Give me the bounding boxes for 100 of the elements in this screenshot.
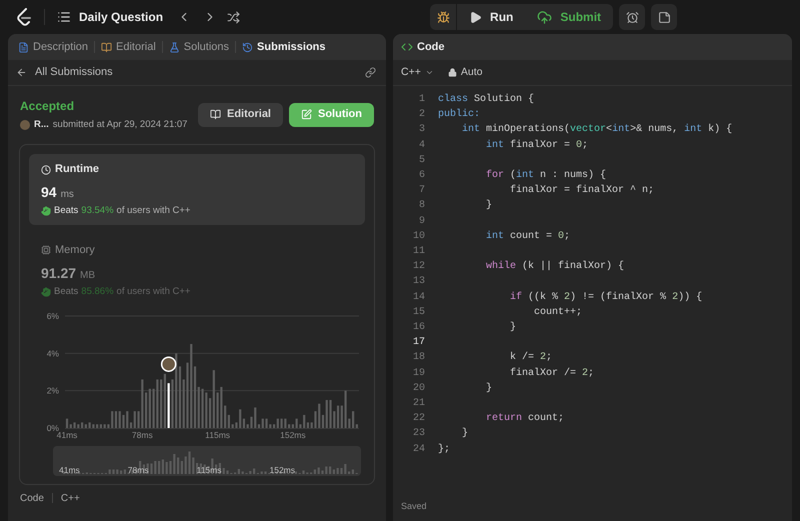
y-tick-label: 6% [46, 310, 59, 321]
code-line: int finalXor = 0; [485, 138, 588, 153]
code-line: int minOperations(vector<int>& nums, int k) { [461, 122, 732, 138]
line-number: 18 [412, 351, 425, 366]
beats-suffix: of users with C++ [116, 284, 190, 298]
metric-unit: MB [80, 268, 96, 282]
debug-button[interactable] [430, 4, 456, 30]
panel-tab[interactable]: Solutions [168, 38, 230, 56]
line-number: 12 [412, 260, 425, 274]
line-number: 24 [412, 442, 425, 457]
code-line: if ((k % 2) != (finalXor % 2)) { [509, 290, 702, 305]
bug-icon [436, 10, 450, 24]
play-icon [469, 10, 482, 24]
panel-tab[interactable]: Editorial [101, 38, 156, 56]
line-number: 10 [412, 230, 425, 244]
code-line: }; [438, 442, 450, 457]
metric-title: Memory [55, 243, 95, 258]
metric-value: 91.27 [41, 264, 76, 280]
document-icon [18, 42, 29, 52]
metric-title: Runtime [55, 162, 99, 178]
line-number: 20 [412, 382, 425, 396]
code-line: } [509, 320, 516, 336]
timer-button[interactable] [619, 4, 646, 30]
line-number: 1 [418, 93, 425, 107]
chevron-down-icon [424, 68, 434, 77]
beats-suffix: of users with C++ [116, 204, 190, 218]
code-line: } [461, 426, 468, 442]
metric-unit: ms [60, 188, 74, 202]
all-submissions-link[interactable]: All Submissions [35, 64, 113, 81]
line-number: 17 [412, 336, 425, 350]
clock-icon [41, 164, 51, 174]
y-tick-label: 2% [46, 385, 59, 396]
run-button[interactable]: Run [457, 4, 526, 30]
code-line: class Solution { [438, 92, 534, 107]
note-button[interactable] [651, 4, 678, 30]
overview-tick-label: 152ms [269, 464, 295, 475]
metric-card[interactable]: Memory 91.27 MB Beats 85.86% of users with C++ [29, 235, 365, 306]
shuffle-icon[interactable] [227, 10, 240, 24]
code-line: return count; [485, 412, 564, 426]
language-label: C++ [60, 492, 80, 506]
line-number: 11 [412, 245, 425, 260]
panel-tab[interactable]: Submissions [242, 38, 326, 56]
line-number: 8 [418, 199, 425, 214]
clap-icon [41, 286, 51, 297]
metric-card[interactable]: Runtime 94 ms Beats 93.54% of users with C++ [29, 154, 365, 225]
line-number: 15 [412, 306, 425, 320]
username[interactable]: R... [34, 118, 49, 132]
line-number: 7 [418, 184, 425, 198]
submit-button[interactable]: Submit [525, 4, 614, 30]
line-number: 3 [418, 123, 425, 138]
range-overview[interactable]: 41ms 78ms 115ms 152ms [53, 446, 361, 476]
alarm-clock-icon [626, 10, 639, 24]
x-tick-label: 78ms [132, 430, 153, 440]
line-number: 4 [418, 138, 425, 153]
back-arrow-icon[interactable] [16, 67, 27, 78]
line-number: 9 [418, 214, 425, 229]
code-icon [401, 41, 413, 53]
beats-percent: 85.86% [81, 284, 114, 298]
metric-value: 94 [41, 184, 57, 200]
line-number: 21 [412, 397, 425, 412]
book-icon [101, 42, 112, 52]
status-label: Accepted [20, 98, 76, 115]
note-icon [658, 10, 671, 24]
beats-text: Beats [54, 284, 78, 298]
code-line: for (int n : nums) { [485, 168, 606, 184]
code-section-title: Code [20, 492, 44, 506]
line-number: 2 [418, 108, 425, 122]
code-line: int count = 0; [485, 230, 570, 244]
submission-time: submitted at Apr 29, 2024 21:07 [52, 118, 188, 132]
list-icon[interactable] [57, 10, 71, 24]
code-line: } [485, 198, 492, 214]
overview-tick-label: 41ms [59, 464, 80, 475]
avatar-marker [160, 356, 176, 372]
y-tick-label: 4% [46, 348, 59, 358]
save-status: Saved [401, 500, 428, 512]
logo-icon[interactable] [16, 8, 32, 26]
book-icon [210, 109, 221, 120]
language-select[interactable]: C++ [401, 64, 434, 80]
line-number: 14 [412, 290, 425, 305]
line-number: 6 [418, 169, 425, 184]
code-line: count++; [533, 306, 582, 320]
link-icon[interactable] [365, 67, 376, 78]
auto-mode-toggle[interactable]: Auto [448, 64, 482, 80]
y-tick-label: 0% [46, 422, 59, 433]
x-tick-label: 115ms [205, 430, 230, 440]
avatar [20, 120, 30, 130]
line-number: 13 [412, 275, 425, 290]
x-tick-label: 152ms [280, 430, 306, 440]
problem-list-title[interactable]: Daily Question [79, 8, 164, 26]
flask-icon [168, 42, 180, 52]
code-line: public: [438, 108, 480, 122]
panel-tab[interactable]: Description [18, 38, 88, 56]
beats-text: Beats [54, 204, 78, 218]
beats-percent: 93.54% [81, 204, 114, 218]
line-number: 22 [412, 412, 425, 426]
line-number: 19 [412, 366, 425, 381]
chip-icon [41, 245, 51, 256]
code-panel-title: Code [417, 40, 444, 55]
code-line: while (k || finalXor) { [485, 260, 624, 274]
editorial-button[interactable]: Editorial [198, 102, 283, 127]
